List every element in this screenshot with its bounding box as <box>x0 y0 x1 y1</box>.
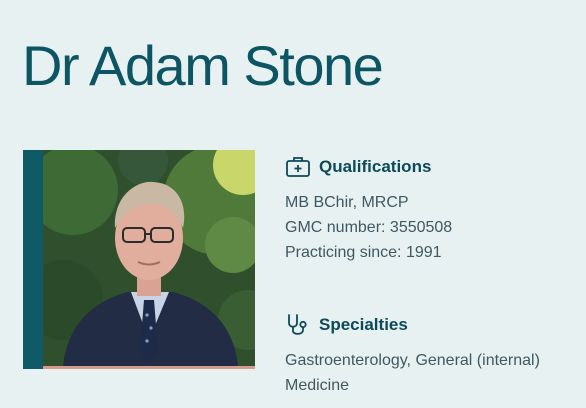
qualifications-header: Qualifications <box>285 154 452 180</box>
stethoscope-icon <box>288 314 307 335</box>
practicing-since: Practicing since: 1991 <box>285 244 442 261</box>
gmc-number: GMC number: 3550508 <box>285 219 453 236</box>
specialties-header: Specialties <box>285 312 540 338</box>
medical-briefcase-icon <box>286 157 310 177</box>
doctor-photo <box>43 150 255 366</box>
specialties-list: Gastroenterology, General (internal) Med… <box>285 348 540 398</box>
specialties-heading: Specialties <box>319 315 408 334</box>
profile-photo-frame <box>23 150 255 369</box>
doctor-name-heading: Dr Adam Stone <box>22 34 384 97</box>
qualifications-heading: Qualifications <box>319 157 432 176</box>
photo-underline <box>43 366 255 369</box>
specialty-line-1: Gastroenterology, General (internal) <box>285 352 540 369</box>
doctor-portrait-image <box>43 150 255 366</box>
specialty-line-2: Medicine <box>285 377 350 394</box>
specialties-section: Specialties Gastroenterology, General (i… <box>285 312 540 398</box>
qualifications-section: Qualifications MB BChir, MRCP GMC number… <box>285 154 452 265</box>
qualification-degrees: MB BChir, MRCP <box>285 194 409 211</box>
qualifications-list: MB BChir, MRCP GMC number: 3550508 Pract… <box>285 190 452 265</box>
